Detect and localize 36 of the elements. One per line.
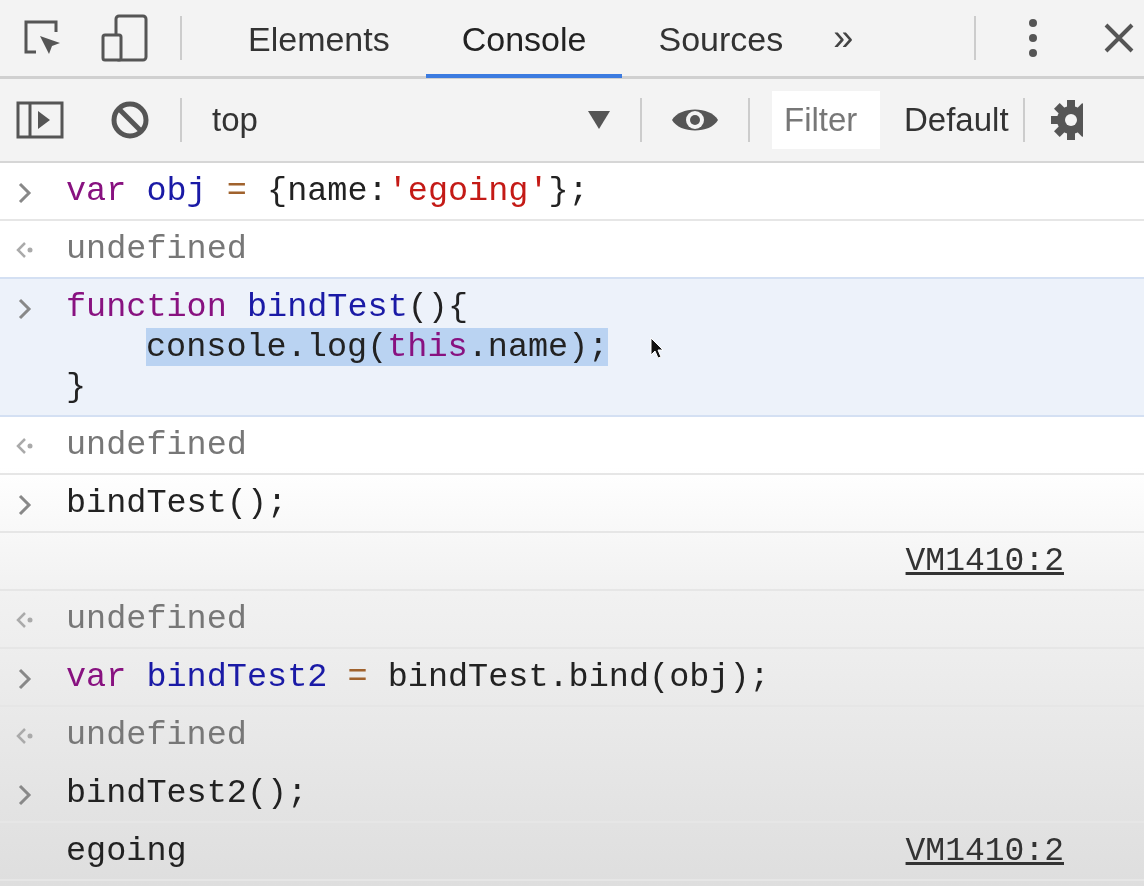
filter-field[interactable]: Filter [772,91,880,149]
code-line: var obj = {name:'egoing'}; [66,171,590,211]
panel-tab[interactable]: Sources [622,1,820,78]
source-link[interactable]: VM1410:2 [905,832,1064,870]
source-link[interactable]: VM1410:2 [905,542,1064,580]
result-arrow-icon [15,436,35,456]
log-message: egoing [66,831,187,871]
settings-icon[interactable] [1048,98,1083,142]
more-tabs-button[interactable]: » [833,17,854,59]
context-dropdown[interactable]: top [212,101,610,139]
result-text: undefined [66,229,248,269]
result-arrow-icon [15,240,35,260]
result-text: undefined [66,599,248,639]
result-arrow-icon [15,726,35,746]
device-icon[interactable] [100,13,150,63]
result-arrow-icon [15,610,35,630]
code-line: function bindTest(){ [66,287,470,327]
log-levels-dropdown[interactable]: Default [904,101,1009,139]
close-icon[interactable] [1104,23,1134,53]
sidebar-toggle-icon[interactable] [16,101,64,139]
code-line: var bindTest2 = bindTest.bind(obj); [66,657,771,697]
code-line: console.log(this.name); [145,327,610,367]
code-line: } [66,367,88,407]
prompt-chevron-icon [18,182,32,204]
prompt-chevron-icon [18,494,32,516]
code-line: bindTest2(); [66,773,309,813]
prompt-chevron-icon [18,298,32,320]
panel-tab[interactable]: Elements [212,1,426,78]
kebab-menu-icon[interactable] [1028,18,1038,58]
result-text: undefined [66,425,248,465]
result-text: undefined [66,715,248,755]
dropdown-triangle-icon [588,111,610,129]
clear-console-icon[interactable] [110,100,150,140]
prompt-chevron-icon [18,668,32,690]
prompt-chevron-icon [18,784,32,806]
code-line: bindTest(); [66,483,289,523]
